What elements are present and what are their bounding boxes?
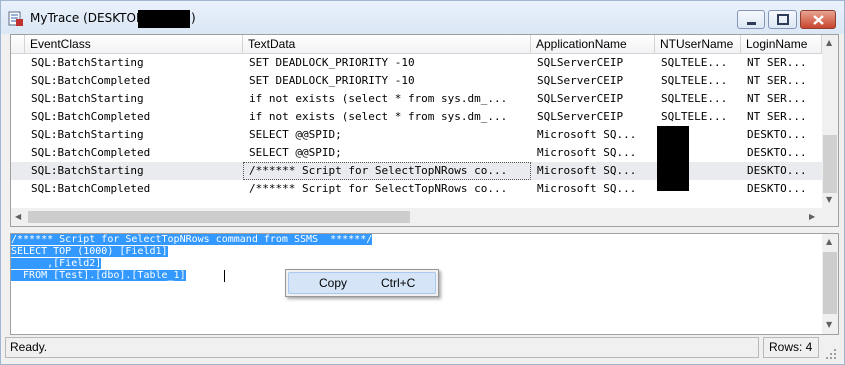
table-cell[interactable]: SQLTELE... — [655, 90, 741, 108]
textpane-vertical-scrollbar[interactable]: ▲ ▼ — [822, 234, 838, 334]
scroll-down-icon[interactable]: ▼ — [826, 195, 832, 204]
trace-grid[interactable]: EventClass TextData ApplicationName NTUs… — [10, 34, 839, 227]
column-header-applicationname[interactable]: ApplicationName — [531, 35, 655, 53]
table-cell[interactable]: DESKTO... — [741, 162, 822, 180]
table-cell[interactable]: /****** Script for SelectTopNRows co... — [243, 162, 531, 180]
table-cell[interactable]: Microsoft SQ... — [531, 144, 655, 162]
table-cell[interactable]: SQLTELE... — [655, 72, 741, 90]
table-cell[interactable]: Microsoft SQ... — [531, 180, 655, 198]
row-header-corner — [11, 35, 25, 53]
status-text: Ready. — [5, 337, 759, 358]
table-row[interactable]: SQL:BatchCompleted SET DEADLOCK_PRIORITY … — [11, 72, 822, 90]
scroll-up-icon[interactable]: ▲ — [826, 38, 832, 47]
sql-line-2[interactable]: SELECT TOP (1000) [Field1] — [11, 246, 168, 258]
table-cell[interactable]: if not exists (select * from sys.dm_... — [243, 108, 531, 126]
table-cell[interactable]: Microsoft SQ... — [531, 126, 655, 144]
table-row[interactable]: SQL:BatchStarting/****** Script for Sele… — [11, 162, 822, 180]
table-row[interactable]: SQL:BatchStarting SELECT @@SPID; Microsoft… — [11, 126, 822, 144]
table-cell[interactable]: SQLServerCEIP — [531, 90, 655, 108]
table-row[interactable]: SQL:BatchCompleted SELECT @@SPID; Microsof… — [11, 144, 822, 162]
sql-line-3[interactable]: ,[Field2] — [11, 258, 102, 270]
close-button[interactable] — [800, 10, 836, 29]
redacted-ntusername — [657, 126, 689, 191]
scrollbar-corner — [822, 208, 838, 226]
grid-vscroll-thumb[interactable] — [823, 135, 837, 193]
grid-vertical-scrollbar[interactable]: ▲ ▼ — [822, 35, 838, 226]
trace-app-icon — [8, 11, 24, 27]
grid-horizontal-scrollbar[interactable]: ◀ ▶ — [11, 208, 822, 226]
table-cell[interactable]: SQLServerCEIP — [531, 54, 655, 72]
window-title-suffix: ) — [191, 11, 196, 25]
table-cell[interactable]: SQL:BatchCompleted — [25, 180, 243, 198]
resize-grip-icon[interactable] — [825, 345, 837, 359]
grid-hscroll-thumb[interactable] — [28, 211, 410, 223]
table-row[interactable]: SQL:BatchCompleted if not exists (select … — [11, 108, 822, 126]
table-cell[interactable]: Microsoft SQ... — [531, 162, 655, 180]
table-cell[interactable]: SQL:BatchCompleted — [25, 72, 243, 90]
table-cell[interactable]: SQL:BatchStarting — [25, 90, 243, 108]
status-bar: Ready. Rows: 4 — [5, 337, 840, 359]
table-row[interactable]: SQL:BatchStarting SET DEADLOCK_PRIORITY -… — [11, 54, 822, 72]
textpane-vscroll-thumb[interactable] — [823, 252, 837, 314]
scroll-left-icon[interactable]: ◀ — [15, 212, 21, 221]
table-cell[interactable]: SET DEADLOCK_PRIORITY -10 — [243, 72, 531, 90]
redacted-hostname — [138, 10, 190, 28]
scroll-up-icon[interactable]: ▲ — [826, 237, 832, 246]
sql-line-1[interactable]: /****** Script for SelectTopNRows comman… — [11, 234, 373, 246]
column-header-loginname[interactable]: LoginName — [741, 35, 822, 53]
copy-shortcut-label: Ctrl+C — [381, 276, 416, 290]
table-cell[interactable]: NT SER... — [741, 90, 822, 108]
scroll-down-icon[interactable]: ▼ — [826, 320, 832, 329]
table-cell[interactable]: SQLServerCEIP — [531, 72, 655, 90]
column-header-eventclass[interactable]: EventClass — [25, 35, 243, 53]
table-cell[interactable]: DESKTO... — [741, 180, 822, 198]
table-cell[interactable]: SQL:BatchStarting — [25, 162, 243, 180]
maximize-button[interactable] — [768, 10, 797, 29]
table-cell[interactable]: SQLTELE... — [655, 108, 741, 126]
table-cell[interactable]: /****** Script for SelectTopNRows co... — [243, 180, 531, 198]
table-cell[interactable]: SQLTELE... — [655, 54, 741, 72]
title-bar[interactable]: MyTrace (DESKTOP- ) — [1, 1, 844, 34]
table-cell[interactable]: SQL:BatchCompleted — [25, 144, 243, 162]
column-header-ntusername[interactable]: NTUserName — [655, 35, 741, 53]
window-title: MyTrace (DESKTOP- — [30, 11, 148, 25]
table-cell[interactable]: DESKTO... — [741, 144, 822, 162]
table-cell[interactable]: SQLServerCEIP — [531, 108, 655, 126]
row-count: Rows: 4 — [763, 337, 819, 358]
table-cell[interactable]: NT SER... — [741, 54, 822, 72]
scroll-right-icon[interactable]: ▶ — [809, 212, 815, 221]
app-window: MyTrace (DESKTOP- ) EventClass TextData … — [0, 0, 845, 365]
sql-line-4[interactable]: FROM [Test].[dbo].[Table_1] — [11, 270, 186, 282]
table-cell[interactable]: SELECT @@SPID; — [243, 126, 531, 144]
text-caret — [224, 270, 225, 282]
table-row[interactable]: SQL:BatchCompleted/****** Script for Sel… — [11, 180, 822, 198]
table-cell[interactable]: SELECT @@SPID; — [243, 144, 531, 162]
minimize-button[interactable] — [737, 10, 765, 29]
table-cell[interactable]: SQL:BatchStarting — [25, 126, 243, 144]
table-cell[interactable]: if not exists (select * from sys.dm_... — [243, 90, 531, 108]
context-menu: Copy Ctrl+C — [285, 269, 439, 297]
column-header-textdata[interactable]: TextData — [243, 35, 531, 53]
table-cell[interactable]: SET DEADLOCK_PRIORITY -10 — [243, 54, 531, 72]
table-row[interactable]: SQL:BatchStarting if not exists (select *… — [11, 90, 822, 108]
table-cell[interactable]: DESKTO... — [741, 126, 822, 144]
table-cell[interactable]: SQL:BatchStarting — [25, 54, 243, 72]
table-cell[interactable]: NT SER... — [741, 72, 822, 90]
table-cell[interactable]: SQL:BatchCompleted — [25, 108, 243, 126]
copy-menu-item[interactable]: Copy Ctrl+C — [288, 272, 436, 294]
grid-header: EventClass TextData ApplicationName NTUs… — [11, 35, 822, 54]
table-cell[interactable]: NT SER... — [741, 108, 822, 126]
copy-menu-label: Copy — [319, 276, 348, 290]
